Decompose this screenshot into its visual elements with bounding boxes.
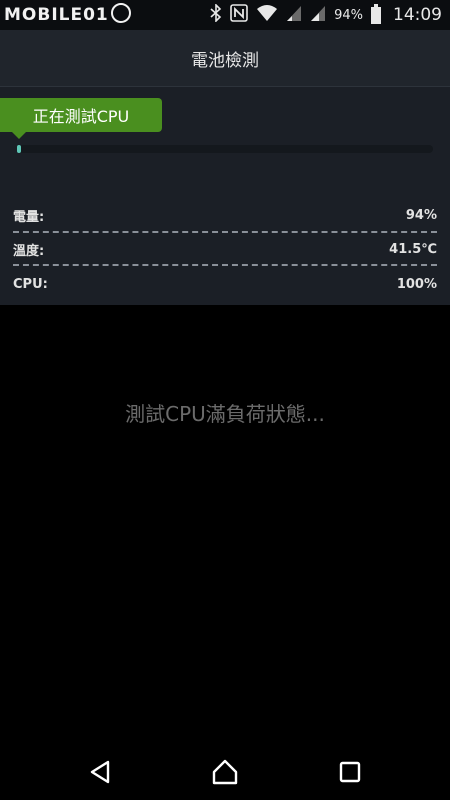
watermark-logo [110,3,131,23]
page-title: 電池檢測 [191,50,259,71]
stat-value-cpu: 100% [396,276,437,292]
progress-fill [17,145,22,153]
screen: MOBILE01 94% 14:09 電池檢測 正在測試CPU 電量: 94% … [0,0,450,800]
signal-icon [286,4,302,26]
recents-icon [339,761,361,783]
back-button[interactable] [86,758,114,786]
divider [13,231,437,233]
stat-value-battery: 94% [405,207,437,223]
watermark-text: MOBILE01 [4,5,109,25]
battery-icon [371,3,381,24]
info-panel: 正在測試CPU 電量: 94% 溫度: 41.5℃ CPU: 100% [0,87,450,305]
stat-row-battery: 電量: 94% [13,205,437,225]
clock: 14:09 [393,5,442,25]
bluetooth-icon [210,3,222,26]
stat-row-temperature: 溫度: 41.5℃ [13,239,437,259]
stat-value-temperature: 41.5℃ [389,241,437,257]
signal-icon-2 [310,4,326,26]
battery-percent: 94% [334,7,363,23]
navigation-bar [0,744,450,800]
progress-tag: 正在測試CPU [0,98,162,139]
status-bar: MOBILE01 94% 14:09 [0,0,450,30]
wifi-icon [256,4,278,26]
testing-message: 測試CPU滿負荷狀態... [125,402,325,426]
status-icons: 94% 14:09 [210,0,442,30]
stat-label-battery: 電量: [13,209,45,225]
home-button[interactable] [211,758,239,786]
home-icon [212,759,238,785]
watermark: MOBILE01 [4,3,131,25]
back-icon [90,760,110,784]
divider [13,264,437,266]
progress-bar [17,145,433,153]
nfc-icon [230,4,248,26]
stat-row-cpu: CPU: 100% [13,274,437,294]
stat-label-temperature: 溫度: [13,243,45,259]
recents-button[interactable] [336,758,364,786]
stat-label-cpu: CPU: [13,276,48,292]
app-header: 電池檢測 [0,30,450,87]
